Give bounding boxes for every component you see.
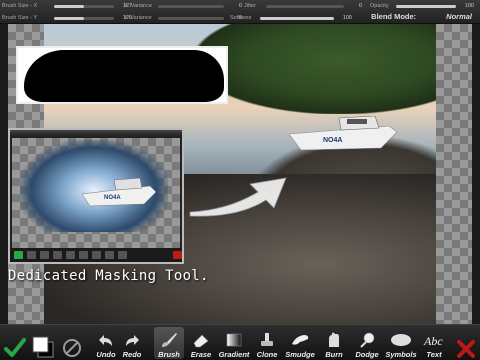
slider-value: 100 — [342, 15, 352, 21]
tool-smudge[interactable]: Smudge — [284, 327, 316, 359]
slider-label: X: Variance — [124, 3, 153, 9]
slider-value: 100 — [464, 3, 474, 9]
mask-preview-shape — [16, 46, 228, 104]
slider-track[interactable] — [54, 4, 114, 8]
slider-track[interactable] — [158, 16, 224, 20]
redo-label: Redo — [122, 350, 142, 359]
tool-label: Brush — [158, 350, 180, 359]
preview-boat-image: NO4A — [82, 178, 157, 207]
slider-track[interactable] — [54, 16, 114, 20]
redo-button[interactable]: Redo — [120, 327, 144, 359]
tool-gradient[interactable]: Gradient — [218, 327, 250, 359]
preview-close-icon — [173, 251, 182, 259]
color-swatch-button[interactable] — [30, 327, 56, 359]
tool-label: Gradient — [218, 350, 250, 359]
slider-label: Y: Variance — [124, 15, 152, 21]
preview-tool-icon — [105, 251, 114, 259]
symbols-icon — [391, 334, 411, 346]
tool-label: Symbols — [385, 350, 417, 359]
slider-track[interactable] — [158, 4, 224, 8]
tool-label: Smudge — [285, 350, 315, 359]
brush-icon — [162, 333, 177, 347]
no-sign-icon — [63, 339, 81, 357]
transparency-checkerboard-right — [436, 24, 472, 324]
bottom-toolbar: Undo Redo Brush Erase Gradient Clone Smu… — [0, 324, 480, 360]
slider-track[interactable] — [266, 4, 344, 8]
color-swatch-icon — [32, 336, 54, 358]
svg-text:Abc: Abc — [423, 334, 443, 348]
tool-label: Clone — [256, 350, 278, 359]
accept-button[interactable] — [2, 327, 28, 359]
svg-text:NO4A: NO4A — [104, 195, 121, 201]
gradient-icon — [226, 333, 242, 347]
slider-track[interactable] — [260, 16, 334, 20]
undo-label: Undo — [96, 350, 116, 359]
slider-label: Brush Size - Y — [2, 15, 38, 21]
cancel-button[interactable] — [454, 327, 478, 359]
tool-erase[interactable]: Erase — [186, 327, 216, 359]
burn-hand-icon — [329, 332, 339, 347]
tool-text[interactable]: Abc Text — [420, 327, 448, 359]
feature-caption: Dedicated Masking Tool. — [8, 268, 209, 284]
tool-brush[interactable]: Brush — [154, 327, 184, 359]
undo-button[interactable]: Undo — [94, 327, 118, 359]
slider-value: 0 — [358, 3, 362, 9]
slider-label: Opacity — [370, 3, 389, 9]
tool-symbols[interactable]: Symbols — [384, 327, 418, 359]
slider-value: 0 — [238, 3, 242, 9]
slider-label: Brush Size - X — [2, 3, 38, 9]
preview-check-icon — [14, 251, 23, 259]
trees-area — [194, 24, 436, 114]
tool-burn[interactable]: Burn — [320, 327, 348, 359]
blend-mode-selector[interactable]: Blend Mode: Normal — [371, 12, 472, 21]
clone-stamp-icon — [261, 333, 273, 346]
y-variance-slider[interactable]: Y: Variance 0 — [124, 12, 242, 24]
arrow-icon — [189, 177, 287, 217]
tool-label: Burn — [325, 350, 343, 359]
tool-label: Text — [426, 350, 442, 359]
tool-label: Erase — [190, 350, 212, 359]
preview-tool-icon — [40, 251, 49, 259]
undo-icon — [99, 335, 112, 346]
close-icon — [457, 340, 475, 358]
eraser-icon — [193, 334, 209, 348]
blend-mode-value[interactable]: Normal — [446, 12, 472, 21]
masking-tool-preview: NO4A — [8, 128, 184, 264]
preview-tool-icon — [66, 251, 75, 259]
brush-settings-panel: Brush Size - X 127 X: Variance 0 Jitter … — [0, 0, 480, 24]
slider-label: Softness — [230, 15, 252, 21]
brush-size-y-slider[interactable]: Brush Size - Y 126 — [2, 12, 132, 24]
slider-track[interactable] — [396, 4, 456, 8]
softness-slider[interactable]: Softness 100 — [230, 12, 352, 24]
slider-label: Jitter — [244, 3, 256, 9]
text-abc-icon: Abc — [423, 334, 443, 348]
preview-tool-icon — [118, 251, 127, 259]
redo-icon — [126, 335, 139, 346]
preview-tool-icon — [92, 251, 101, 259]
preview-toolbar — [10, 248, 182, 262]
mask-toggle-button[interactable] — [60, 327, 84, 359]
svg-text:NO4A: NO4A — [323, 137, 342, 144]
brush-size-x-slider[interactable]: Brush Size - X 127 — [2, 0, 132, 12]
preview-tool-icon — [27, 251, 36, 259]
x-variance-slider[interactable]: X: Variance 0 — [124, 0, 242, 12]
preview-topbar — [10, 130, 182, 136]
preview-tool-icon — [79, 251, 88, 259]
tool-dodge[interactable]: Dodge — [352, 327, 382, 359]
tool-clone[interactable]: Clone — [254, 327, 280, 359]
checkmark-icon — [4, 338, 26, 357]
dodge-lollipop-icon — [360, 332, 375, 348]
smudge-finger-icon — [292, 335, 309, 345]
blend-mode-label: Blend Mode: — [371, 12, 417, 21]
tool-label: Dodge — [355, 350, 379, 359]
opacity-slider[interactable]: Opacity 100 — [370, 0, 474, 12]
jitter-slider[interactable]: Jitter 0 — [244, 0, 362, 12]
boat-image: NO4A — [289, 116, 398, 151]
preview-tool-icon — [53, 251, 62, 259]
